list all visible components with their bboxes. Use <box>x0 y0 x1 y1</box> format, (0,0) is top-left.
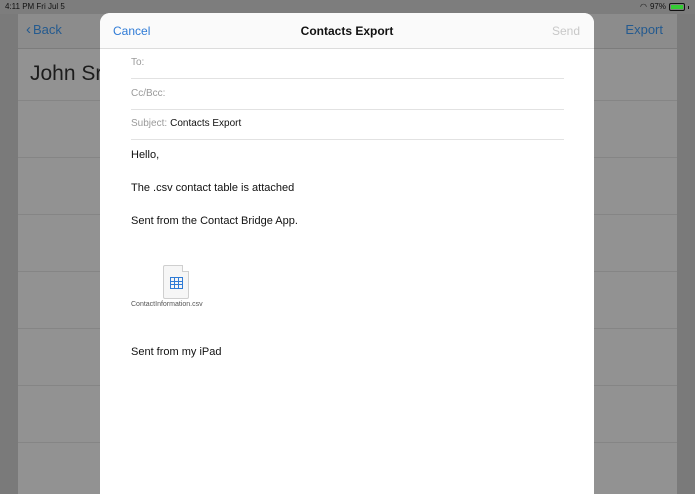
background-margin-left <box>0 14 18 494</box>
battery-icon <box>669 3 685 11</box>
body-line-greeting[interactable]: Hello, <box>131 149 159 161</box>
wifi-icon: ◠ <box>640 2 647 11</box>
compose-title: Contacts Export <box>300 24 394 38</box>
chevron-left-icon: ‹ <box>26 21 31 38</box>
status-time: 4:11 PM Fri Jul 5 <box>5 2 65 11</box>
attachment-name: ContactInformation.csv <box>131 301 203 308</box>
mail-compose-sheet: Cancel Contacts Export Send To: Cc/Bcc: … <box>100 13 594 494</box>
status-bar: 4:11 PM Fri Jul 5 ◠ 97% <box>0 0 695 14</box>
subject-input[interactable]: Contacts Export <box>170 118 241 129</box>
battery-tip <box>688 5 689 9</box>
send-button[interactable]: Send <box>552 24 580 38</box>
status-right: ◠ 97% <box>640 0 689 14</box>
compose-navbar: Cancel Contacts Export Send <box>100 13 594 49</box>
back-button[interactable]: ‹ Back <box>26 22 62 37</box>
body-line-attached[interactable]: The .csv contact table is attached <box>131 182 294 194</box>
export-button[interactable]: Export <box>625 22 663 37</box>
back-label: Back <box>33 22 62 37</box>
subject-label: Subject: <box>131 118 168 129</box>
background-margin-right <box>677 14 695 494</box>
battery-percent: 97% <box>649 2 666 11</box>
cc-bcc-field[interactable]: Cc/Bcc: <box>131 79 564 110</box>
subject-field[interactable]: Subject: Contacts Export <box>131 109 564 140</box>
body-line-sent-from-app[interactable]: Sent from the Contact Bridge App. <box>131 215 298 227</box>
page-fold <box>182 265 189 272</box>
signature[interactable]: Sent from my iPad <box>131 346 221 358</box>
contact-name: John Sr <box>30 62 103 85</box>
battery-fill <box>671 5 683 9</box>
spreadsheet-file-icon <box>163 265 189 299</box>
to-field[interactable]: To: <box>131 48 564 79</box>
to-label: To: <box>131 57 145 68</box>
table-grid-icon <box>170 277 183 289</box>
csv-attachment[interactable]: ContactInformation.csv <box>131 265 231 315</box>
cc-bcc-label: Cc/Bcc: <box>131 88 166 99</box>
